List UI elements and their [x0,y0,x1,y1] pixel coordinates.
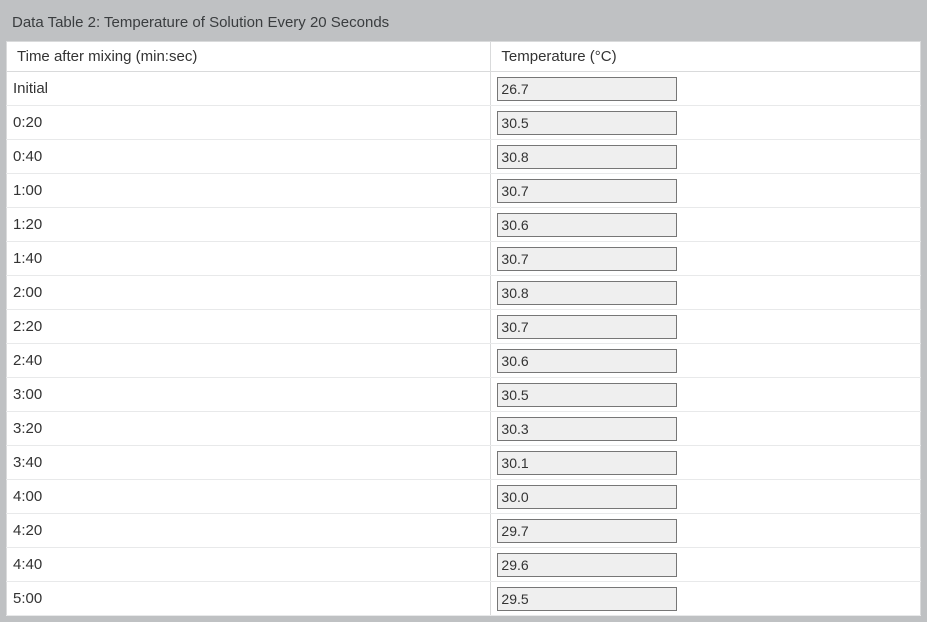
table-row: 1:20 [7,208,921,242]
temperature-cell [491,582,921,616]
time-cell: Initial [7,72,491,106]
time-cell: 2:00 [7,276,491,310]
table-row: 0:40 [7,140,921,174]
temperature-cell [491,412,921,446]
table-row: 2:00 [7,276,921,310]
temperature-input[interactable] [497,179,677,203]
temperature-input[interactable] [497,315,677,339]
temperature-input[interactable] [497,451,677,475]
table-row: 2:20 [7,310,921,344]
temperature-cell [491,446,921,480]
time-cell: 1:20 [7,208,491,242]
temperature-input[interactable] [497,145,677,169]
time-cell: 1:40 [7,242,491,276]
temperature-input[interactable] [497,553,677,577]
header-time: Time after mixing (min:sec) [7,42,491,72]
table-row: Initial [7,72,921,106]
time-cell: 3:00 [7,378,491,412]
temperature-cell [491,208,921,242]
temperature-input[interactable] [497,519,677,543]
time-cell: 5:00 [7,582,491,616]
table-row: 3:00 [7,378,921,412]
temperature-input[interactable] [497,213,677,237]
temperature-input[interactable] [497,111,677,135]
temperature-input[interactable] [497,383,677,407]
temperature-input[interactable] [497,281,677,305]
temperature-cell [491,174,921,208]
time-cell: 4:00 [7,480,491,514]
table-row: 0:20 [7,106,921,140]
table-header-row: Time after mixing (min:sec) Temperature … [7,42,921,72]
table-row: 3:40 [7,446,921,480]
header-temperature: Temperature (°C) [491,42,921,72]
time-cell: 3:40 [7,446,491,480]
temperature-cell [491,514,921,548]
temperature-cell [491,480,921,514]
table-row: 1:00 [7,174,921,208]
temperature-input[interactable] [497,247,677,271]
temperature-cell [491,72,921,106]
temperature-cell [491,106,921,140]
temperature-cell [491,378,921,412]
time-cell: 4:40 [7,548,491,582]
temperature-cell [491,242,921,276]
data-table-wrapper: Time after mixing (min:sec) Temperature … [6,41,921,616]
data-table: Time after mixing (min:sec) Temperature … [6,41,921,616]
table-row: 4:00 [7,480,921,514]
time-cell: 3:20 [7,412,491,446]
temperature-input[interactable] [497,587,677,611]
temperature-cell [491,548,921,582]
table-row: 1:40 [7,242,921,276]
table-row: 3:20 [7,412,921,446]
table-row: 5:00 [7,582,921,616]
temperature-cell [491,140,921,174]
table-row: 4:40 [7,548,921,582]
temperature-input[interactable] [497,417,677,441]
temperature-input[interactable] [497,77,677,101]
temperature-cell [491,344,921,378]
table-row: 2:40 [7,344,921,378]
temperature-cell [491,310,921,344]
table-title: Data Table 2: Temperature of Solution Ev… [6,6,921,41]
time-cell: 4:20 [7,514,491,548]
time-cell: 2:40 [7,344,491,378]
time-cell: 0:20 [7,106,491,140]
temperature-cell [491,276,921,310]
time-cell: 0:40 [7,140,491,174]
temperature-input[interactable] [497,349,677,373]
time-cell: 1:00 [7,174,491,208]
table-row: 4:20 [7,514,921,548]
time-cell: 2:20 [7,310,491,344]
temperature-input[interactable] [497,485,677,509]
